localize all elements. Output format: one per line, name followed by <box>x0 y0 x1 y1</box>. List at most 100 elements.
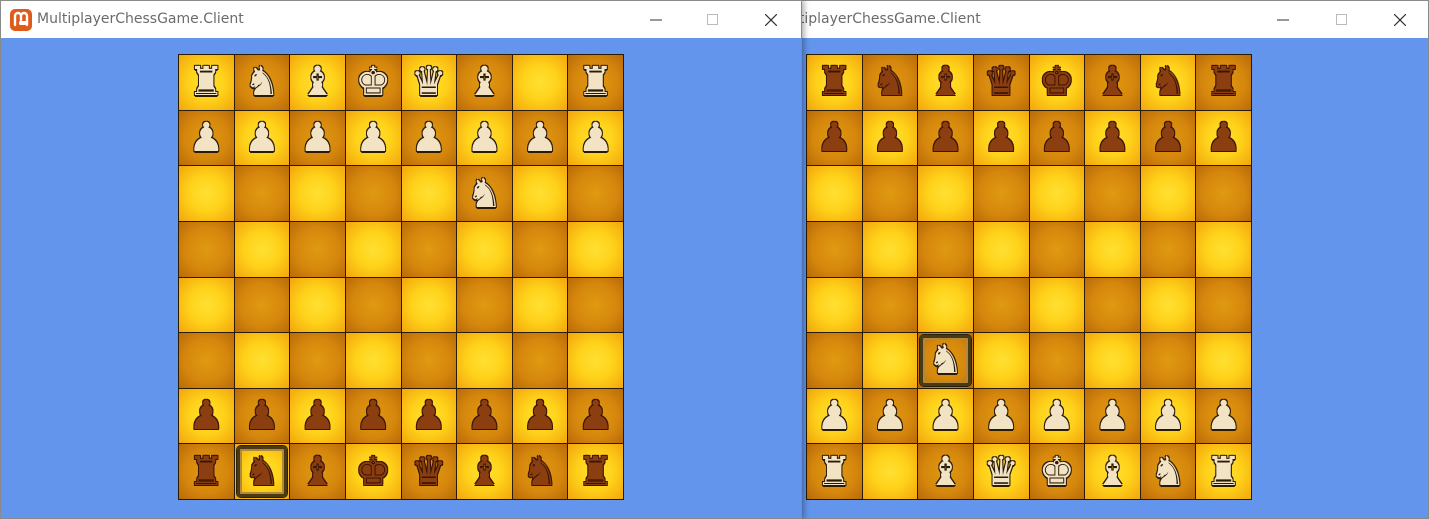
black-pawn-icon[interactable]: ♟ <box>355 396 391 436</box>
white-pawn-icon[interactable]: ♟ <box>1095 396 1131 436</box>
square-b8[interactable]: ♞ <box>862 55 918 110</box>
square-h3[interactable] <box>1196 333 1251 388</box>
white-king-icon[interactable]: ♚ <box>355 62 391 102</box>
black-knight-icon[interactable]: ♞ <box>522 452 558 492</box>
window-left[interactable]: MultiplayerChessGame.Client ♜ ♞ ♝ ♚ ♛ ♝ ♜ ♟ ♟ ♟ ♟ ♟… <box>0 0 802 519</box>
square-e6[interactable] <box>401 166 457 221</box>
square-g2[interactable]: ♟ <box>512 388 568 444</box>
square-h2[interactable]: ♟ <box>568 388 623 444</box>
square-c8[interactable]: ♝ <box>918 55 973 110</box>
black-pawn-icon[interactable]: ♟ <box>244 396 280 436</box>
white-bishop-icon[interactable]: ♝ <box>928 452 964 492</box>
maximize-button[interactable] <box>1319 1 1365 38</box>
square-g7[interactable]: ♟ <box>1140 110 1196 166</box>
square-f4[interactable] <box>1085 277 1140 333</box>
square-h8[interactable]: ♜ <box>1196 55 1251 110</box>
white-pawn-icon[interactable]: ♟ <box>1150 396 1186 436</box>
square-b5[interactable] <box>862 221 918 277</box>
square-f5[interactable] <box>1085 221 1140 277</box>
square-h8[interactable]: ♜ <box>568 55 623 110</box>
square-g8[interactable]: ♞ <box>1140 55 1196 110</box>
square-b8[interactable]: ♞ <box>234 55 290 110</box>
square-g4[interactable] <box>1140 277 1196 333</box>
square-h6[interactable] <box>1196 166 1251 221</box>
square-c3[interactable]: ♞ <box>918 333 973 388</box>
square-d6[interactable] <box>345 166 401 221</box>
white-rook-icon[interactable]: ♜ <box>188 62 224 102</box>
square-a3[interactable] <box>807 333 862 388</box>
square-g6[interactable] <box>1140 166 1196 221</box>
black-pawn-icon[interactable]: ♟ <box>816 118 852 158</box>
black-pawn-icon[interactable]: ♟ <box>578 396 614 436</box>
white-knight-icon[interactable]: ♞ <box>244 62 280 102</box>
white-pawn-icon[interactable]: ♟ <box>816 396 852 436</box>
square-c2[interactable]: ♟ <box>290 388 345 444</box>
square-b1[interactable]: ♞ <box>234 444 290 499</box>
square-b1[interactable] <box>862 444 918 499</box>
white-knight-icon[interactable]: ♞ <box>467 174 503 214</box>
minimize-button[interactable] <box>1260 1 1306 38</box>
black-pawn-icon[interactable]: ♟ <box>1150 118 1186 158</box>
white-pawn-icon[interactable]: ♟ <box>1039 396 1075 436</box>
square-d4[interactable] <box>345 277 401 333</box>
square-f1[interactable]: ♝ <box>1085 444 1140 499</box>
white-rook-icon[interactable]: ♜ <box>578 62 614 102</box>
close-button[interactable] <box>748 1 794 38</box>
square-b4[interactable] <box>862 277 918 333</box>
square-e5[interactable] <box>401 221 457 277</box>
title-bar[interactable]: MultiplayerChessGame.Client <box>774 1 1428 38</box>
square-h4[interactable] <box>568 277 623 333</box>
black-bishop-icon[interactable]: ♝ <box>928 62 964 102</box>
square-a5[interactable] <box>179 221 234 277</box>
square-d3[interactable] <box>345 333 401 388</box>
chess-board[interactable]: ♜ ♞ ♝ ♚ ♛ ♝ ♜ ♟ ♟ ♟ ♟ ♟ ♟ ♟ ♟ ♞ ♟ ♟ ♟ ♟ ♟ ♟ ♟ ♟ ♜ ♞ ♝ ♚ ♛ ♝ ♞ ♜ <box>178 54 624 500</box>
square-d8[interactable]: ♚ <box>345 55 401 110</box>
black-bishop-icon[interactable]: ♝ <box>467 452 503 492</box>
black-pawn-icon[interactable]: ♟ <box>928 118 964 158</box>
black-pawn-icon[interactable]: ♟ <box>1095 118 1131 158</box>
square-f5[interactable] <box>457 221 512 277</box>
square-c1[interactable]: ♝ <box>918 444 973 499</box>
black-queen-icon[interactable]: ♛ <box>411 452 447 492</box>
square-h1[interactable]: ♜ <box>568 444 623 499</box>
square-g6[interactable] <box>512 166 568 221</box>
black-pawn-icon[interactable]: ♟ <box>872 118 908 158</box>
black-king-icon[interactable]: ♚ <box>355 452 391 492</box>
square-c1[interactable]: ♝ <box>290 444 345 499</box>
title-bar[interactable]: MultiplayerChessGame.Client <box>1 1 801 38</box>
white-pawn-icon[interactable]: ♟ <box>872 396 908 436</box>
square-e1[interactable]: ♛ <box>401 444 457 499</box>
square-d7[interactable]: ♟ <box>345 110 401 166</box>
white-pawn-icon[interactable]: ♟ <box>928 396 964 436</box>
square-c8[interactable]: ♝ <box>290 55 345 110</box>
minimize-button[interactable] <box>633 1 679 38</box>
square-b6[interactable] <box>862 166 918 221</box>
square-d2[interactable]: ♟ <box>345 388 401 444</box>
square-f4[interactable] <box>457 277 512 333</box>
square-e1[interactable]: ♚ <box>1029 444 1085 499</box>
black-pawn-icon[interactable]: ♟ <box>411 396 447 436</box>
square-f3[interactable] <box>1085 333 1140 388</box>
square-e8[interactable]: ♚ <box>1029 55 1085 110</box>
square-c5[interactable] <box>918 221 973 277</box>
square-e3[interactable] <box>1029 333 1085 388</box>
square-a5[interactable] <box>807 221 862 277</box>
white-rook-icon[interactable]: ♜ <box>1206 452 1242 492</box>
square-h3[interactable] <box>568 333 623 388</box>
window-right[interactable]: MultiplayerChessGame.Client ♜ ♞ ♝ ♛ ♚ ♝ ♞ ♜ ♟ ♟ ♟ ♟… <box>774 0 1429 519</box>
square-c4[interactable] <box>918 277 973 333</box>
square-d4[interactable] <box>973 277 1029 333</box>
square-e8[interactable]: ♛ <box>401 55 457 110</box>
square-b3[interactable] <box>234 333 290 388</box>
square-c4[interactable] <box>290 277 345 333</box>
square-f7[interactable]: ♟ <box>1085 110 1140 166</box>
square-f2[interactable]: ♟ <box>457 388 512 444</box>
square-a1[interactable]: ♜ <box>179 444 234 499</box>
square-g8[interactable] <box>512 55 568 110</box>
square-d3[interactable] <box>973 333 1029 388</box>
white-pawn-icon[interactable]: ♟ <box>300 118 336 158</box>
square-f6[interactable] <box>1085 166 1140 221</box>
square-g5[interactable] <box>1140 221 1196 277</box>
square-h1[interactable]: ♜ <box>1196 444 1251 499</box>
square-a6[interactable] <box>179 166 234 221</box>
